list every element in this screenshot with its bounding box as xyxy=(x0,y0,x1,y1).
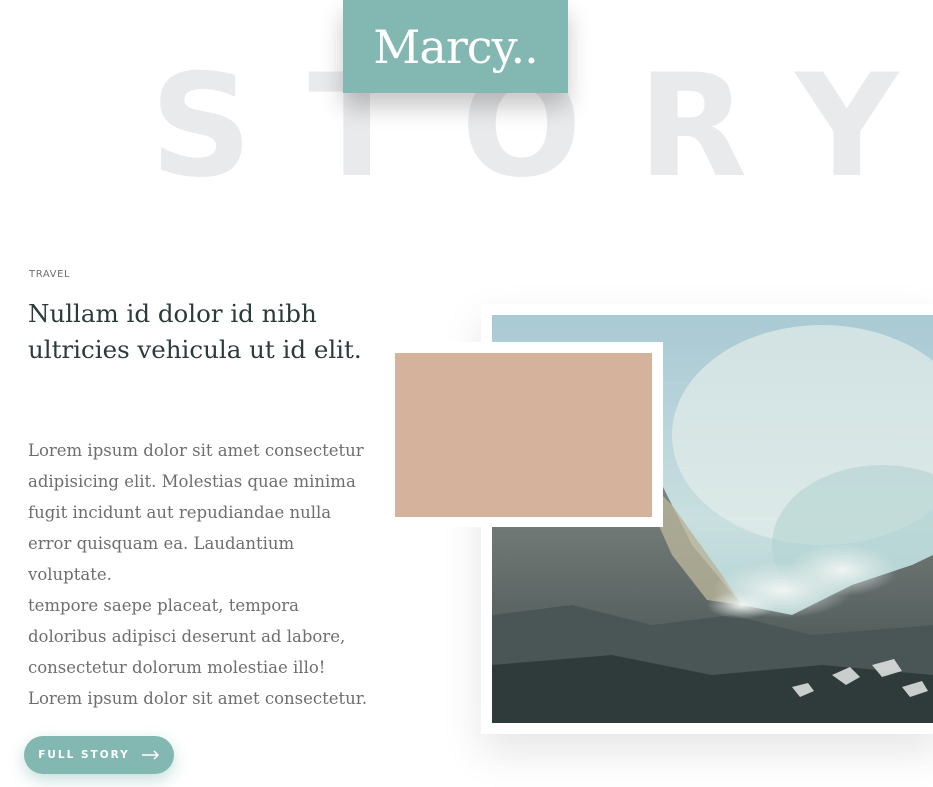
color-swatch xyxy=(395,353,652,517)
arrow-right-icon xyxy=(141,750,160,760)
full-story-label: FULL STORY xyxy=(38,749,130,761)
full-story-button[interactable]: FULL STORY xyxy=(24,736,174,774)
article-headline: Nullam id dolor id nibh ultricies vehicu… xyxy=(28,299,362,364)
brand-logo[interactable]: Marcy.. xyxy=(343,0,568,93)
article-paragraph-2: tempore saepe placeat, tempora doloribus… xyxy=(28,596,368,708)
category-label: TRAVEL xyxy=(29,269,71,280)
article-paragraph-1: Lorem ipsum dolor sit amet consectetur a… xyxy=(28,441,364,584)
